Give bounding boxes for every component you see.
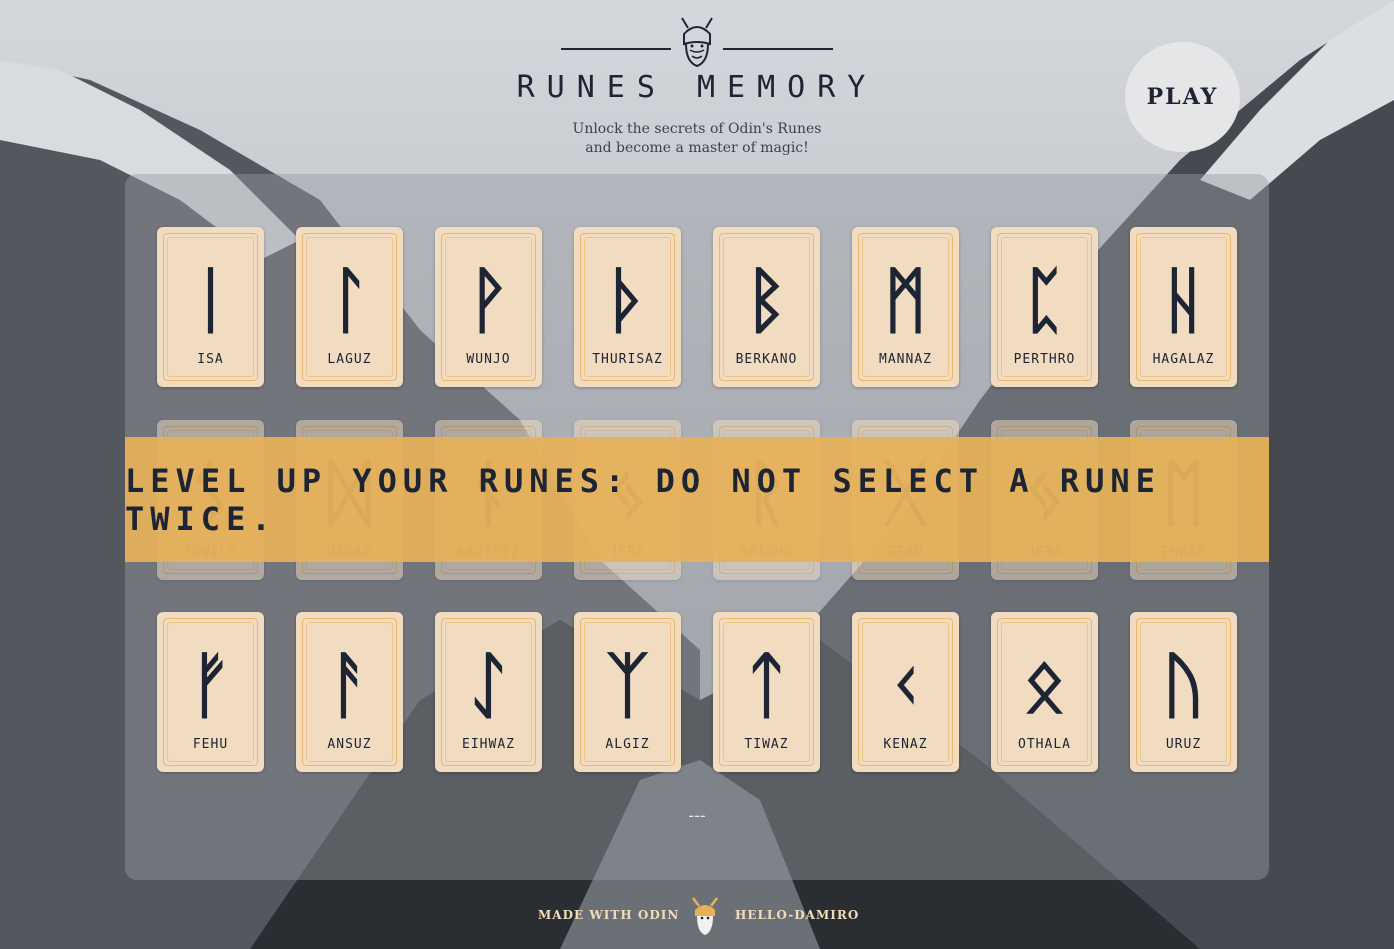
rune-card-tiwaz[interactable]: ᛏ TIWAZ [713,612,820,772]
rune-glyph: ᛉ [605,643,650,727]
rune-card-berkano[interactable]: ᛒ BERKANO [713,227,820,387]
rune-name: TIWAZ [744,737,789,752]
author-link[interactable]: HELLO-DAMIRO [735,908,859,922]
rune-name: URUZ [1165,737,1202,752]
rune-card-isa[interactable]: ᛁ ISA [157,227,264,387]
rune-name: THURISAZ [592,352,663,367]
rune-card-wunjo[interactable]: ᚹ WUNJO [435,227,542,387]
rune-name: LAGUZ [327,352,372,367]
rune-name: KENAZ [883,737,928,752]
rune-name: FEHU [192,737,229,752]
rune-name: ISA [197,352,224,367]
rune-glyph: ᛈ [1022,258,1067,342]
rune-glyph: ᛒ [744,258,789,342]
rune-card-perthro[interactable]: ᛈ PERTHRO [991,227,1098,387]
logo [561,14,833,68]
rune-card-thurisaz[interactable]: ᚦ THURISAZ [574,227,681,387]
rune-glyph: ᚦ [605,258,650,342]
rune-name: ANSUZ [327,737,372,752]
logo-divider-left [561,48,671,50]
rune-name: BERKANO [735,352,798,367]
rune-card-othala[interactable]: ᛟ OTHALA [991,612,1098,772]
odin-head-icon [692,897,718,935]
made-with-label: MADE WITH ODIN [538,908,680,922]
rune-glyph: ᛏ [744,643,789,727]
rune-glyph: ᚺ [1161,258,1206,342]
rune-glyph: ᚠ [188,643,233,727]
logo-divider-right [723,48,833,50]
rune-name: WUNJO [466,352,511,367]
rune-glyph: ᚢ [1161,643,1206,727]
rune-glyph: ᛟ [1022,643,1067,727]
rune-glyph: ᛚ [327,258,372,342]
rune-card-hagalaz[interactable]: ᚺ HAGALAZ [1130,227,1237,387]
rune-glyph: ᛁ [188,258,233,342]
rune-card-laguz[interactable]: ᛚ LAGUZ [296,227,403,387]
rune-glyph: ᚲ [883,643,928,727]
rune-name: OTHALA [1018,737,1071,752]
rune-glyph: ᛇ [466,643,511,727]
viking-helmet-icon [681,17,713,68]
rune-card-fehu[interactable]: ᚠ FEHU [157,612,264,772]
rune-name: PERTHRO [1013,352,1076,367]
footer: MADE WITH ODIN HELLO-DAMIRO [0,896,1394,936]
rune-card-kenaz[interactable]: ᚲ KENAZ [852,612,959,772]
rune-card-uruz[interactable]: ᚢ URUZ [1130,612,1237,772]
rune-card-mannaz[interactable]: ᛗ MANNAZ [852,227,959,387]
rune-card-ansuz[interactable]: ᚨ ANSUZ [296,612,403,772]
rune-glyph: ᛗ [883,258,928,342]
score-display: --- [688,806,706,825]
play-button[interactable]: PLAY [1125,42,1240,152]
rune-glyph: ᚹ [466,258,511,342]
banner-message: LEVEL UP YOUR RUNES: DO NOT SELECT A RUN… [125,461,1161,538]
message-banner: LEVEL UP YOUR RUNES: DO NOT SELECT A RUN… [125,437,1269,562]
rune-glyph: ᚨ [327,643,372,727]
rune-name: HAGALAZ [1152,352,1215,367]
rune-name: ALGIZ [605,737,650,752]
rune-name: MANNAZ [879,352,932,367]
rune-name: EIHWAZ [462,737,515,752]
rune-card-algiz[interactable]: ᛉ ALGIZ [574,612,681,772]
rune-card-eihwaz[interactable]: ᛇ EIHWAZ [435,612,542,772]
